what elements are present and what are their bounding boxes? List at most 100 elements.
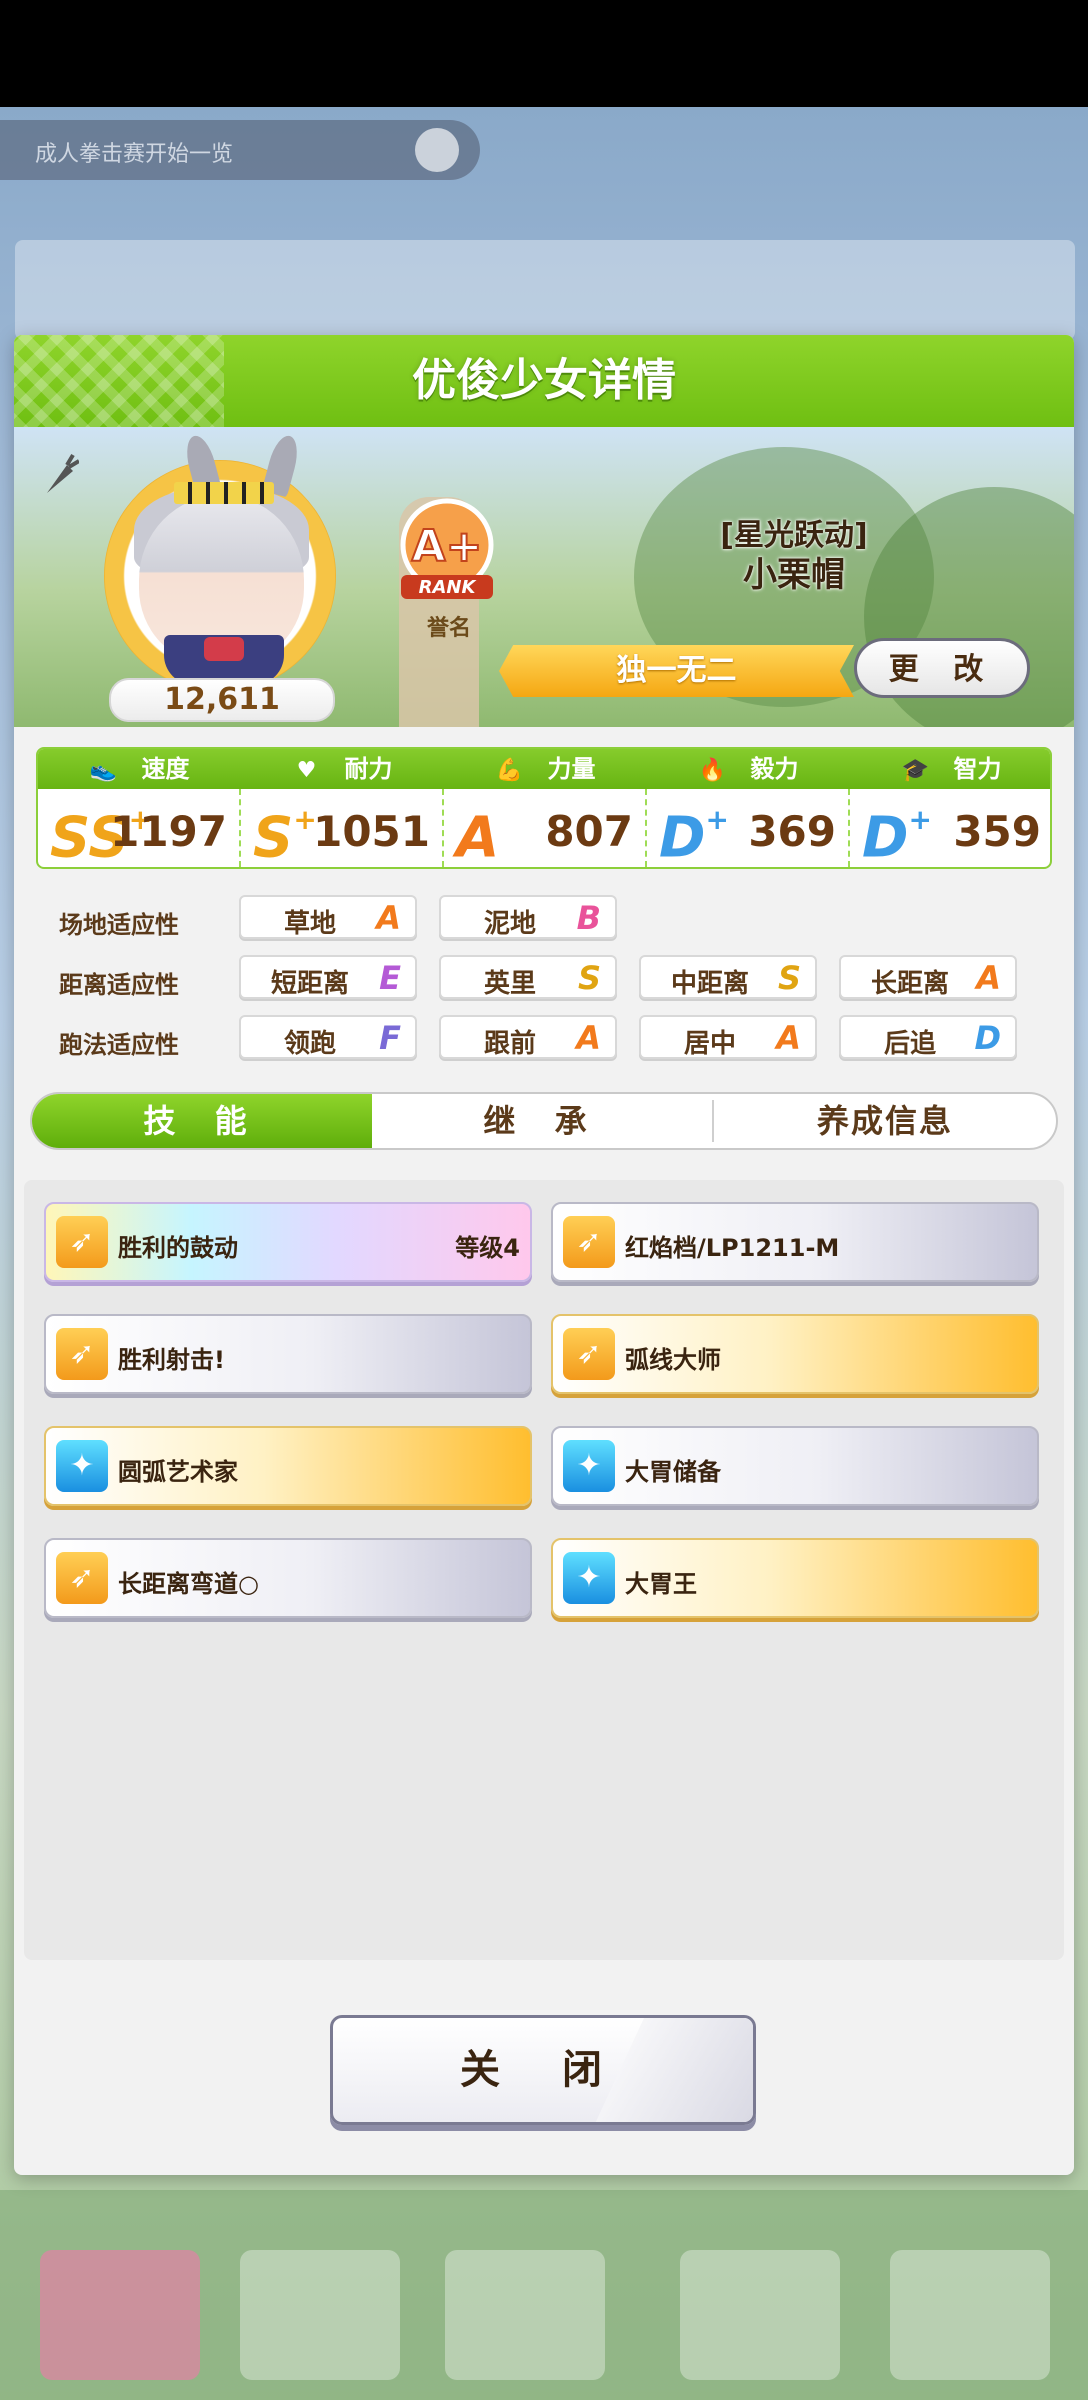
dialog-title: 优俊少女详情 xyxy=(412,355,676,406)
skill-card[interactable]: ➶ 弧线大师 xyxy=(551,1314,1039,1394)
distance-aptitude-chip: 英里 S xyxy=(439,955,617,999)
background-nav-tile xyxy=(40,2250,200,2380)
fan-count: 12,611 xyxy=(109,678,335,722)
speed-skill-icon: ➶ xyxy=(56,1552,108,1604)
stat-label: 耐力 xyxy=(344,755,393,783)
track-aptitude-chip: 草地 A xyxy=(239,895,417,939)
background-nav-tile xyxy=(240,2250,400,2380)
avatar-bow xyxy=(204,637,244,661)
style-aptitude-label: 跑法适应性 xyxy=(59,1031,179,1059)
aptitude-grade: D xyxy=(974,1019,1001,1057)
stat-value: 807 xyxy=(545,807,633,856)
graduation-cap-icon: 🎓 xyxy=(901,758,930,783)
skill-card[interactable]: ➶ 胜利射击! xyxy=(44,1314,532,1394)
background-nav-tile xyxy=(445,2250,605,2380)
skill-name: 胜利射击! xyxy=(118,1346,225,1374)
style-aptitude-chip: 居中 A xyxy=(639,1015,817,1059)
aptitude-name: 中距离 xyxy=(670,969,749,999)
aptitude-name: 领跑 xyxy=(283,1029,336,1059)
track-aptitude-label: 场地适应性 xyxy=(59,911,179,939)
style-aptitude-chip: 领跑 F xyxy=(239,1015,417,1059)
tab-skills[interactable]: 技 能 xyxy=(32,1094,372,1148)
stat-grade-letter: D xyxy=(659,805,706,869)
distance-aptitude-chip: 短距离 E xyxy=(239,955,417,999)
aptitude-grade: S xyxy=(777,959,801,997)
stat-grade: D+ xyxy=(659,799,729,869)
aptitude-name: 长距离 xyxy=(870,969,949,999)
background-search-text: 成人拳击赛开始一览 xyxy=(35,142,234,167)
stat-grade-letter: A xyxy=(456,805,500,869)
aptitude-grade: S xyxy=(577,959,601,997)
stat-grade: A xyxy=(456,799,500,869)
aptitude-grade: B xyxy=(576,899,601,937)
skill-card[interactable]: ➶ 长距离弯道○ xyxy=(44,1538,532,1618)
rank-badge: A+ RANK xyxy=(389,495,509,605)
aptitude-grade: F xyxy=(379,1019,401,1057)
background-nav-tile xyxy=(680,2250,840,2380)
stat-body: S+ 1051 xyxy=(241,789,444,867)
stat-column: 💪 力量 A 807 xyxy=(444,749,647,867)
aptitude-name: 居中 xyxy=(683,1029,736,1059)
aptitude-name: 泥地 xyxy=(483,909,536,939)
change-title-button[interactable]: 更 改 xyxy=(854,638,1030,698)
stat-grade-plus: + xyxy=(908,803,932,836)
rank-label: 誉名 xyxy=(426,616,471,641)
stat-header: 👟 速度 xyxy=(38,749,241,789)
tab-training-info[interactable]: 养成信息 xyxy=(714,1094,1056,1148)
skill-name: 弧线大师 xyxy=(625,1346,721,1374)
stat-label: 智力 xyxy=(953,755,1002,783)
aptitude-grade: A xyxy=(776,1019,801,1057)
recovery-skill-icon: ✦ xyxy=(563,1440,615,1492)
background-search-bar: 成人拳击赛开始一览 xyxy=(0,120,480,180)
shoe-icon: 👟 xyxy=(89,758,118,783)
aptitude-name: 英里 xyxy=(483,969,536,999)
recovery-skill-icon: ✦ xyxy=(563,1552,615,1604)
stat-body: D+ 369 xyxy=(647,789,850,867)
stat-column: 🎓 智力 D+ 359 xyxy=(850,749,1050,867)
skill-card[interactable]: ✦ 圆弧艺术家 xyxy=(44,1426,532,1506)
stat-body: A 807 xyxy=(444,789,647,867)
skill-name: 圆弧艺术家 xyxy=(118,1458,238,1486)
dialog-header: 优俊少女详情 xyxy=(14,335,1074,427)
aptitude-name: 短距离 xyxy=(270,969,349,999)
tab-inheritance[interactable]: 继 承 xyxy=(372,1094,712,1148)
track-aptitude-chip: 泥地 B xyxy=(439,895,617,939)
status-bar xyxy=(0,0,1088,107)
stat-label: 毅力 xyxy=(750,755,799,783)
stat-grade: D+ xyxy=(862,799,932,867)
aptitude-name: 跟前 xyxy=(483,1029,536,1059)
close-button[interactable]: 关 闭 xyxy=(330,2015,756,2125)
skill-name: 大胃储备 xyxy=(625,1458,721,1486)
skill-level: 等级4 xyxy=(455,1234,520,1262)
stat-label: 力量 xyxy=(547,755,596,783)
skill-card[interactable]: ➶ 胜利的鼓动 等级4 xyxy=(44,1202,532,1282)
character-detail-dialog: 优俊少女详情 12,611 A+ RANK 誉名 [星光跃动] 小栗帽 独一无二… xyxy=(14,335,1074,2175)
flame-icon: 🔥 xyxy=(698,758,727,783)
skill-card[interactable]: ✦ 大胃储备 xyxy=(551,1426,1039,1506)
style-aptitude-chip: 后追 D xyxy=(839,1015,1017,1059)
skill-card[interactable]: ➶ 红焰档/LP1211-M xyxy=(551,1202,1039,1282)
rank-grade-text: A+ xyxy=(412,521,483,572)
skill-name: 红焰档/LP1211-M xyxy=(625,1234,840,1262)
stat-value: 369 xyxy=(748,807,836,856)
stat-grade-plus: + xyxy=(705,803,729,836)
style-aptitude-chip: 跟前 A xyxy=(439,1015,617,1059)
close-button-label: 关 闭 xyxy=(460,2047,626,2093)
stat-value: 1197 xyxy=(110,807,227,856)
skill-name: 胜利的鼓动 xyxy=(118,1234,238,1262)
distance-aptitude-chip: 长距离 A xyxy=(839,955,1017,999)
distance-aptitude-chip: 中距离 S xyxy=(639,955,817,999)
stat-grade: S+ xyxy=(253,799,317,867)
skill-name: 长距离弯道○ xyxy=(118,1570,259,1598)
carrot-icon xyxy=(47,453,79,493)
heart-icon: ♥ xyxy=(296,758,317,783)
speed-skill-icon: ➶ xyxy=(563,1328,615,1380)
skill-card[interactable]: ✦ 大胃王 xyxy=(551,1538,1039,1618)
stat-column: 🔥 毅力 D+ 369 xyxy=(647,749,850,867)
stat-header: 🔥 毅力 xyxy=(647,749,850,789)
stat-header: ♥ 耐力 xyxy=(241,749,444,789)
character-name: 小栗帽 xyxy=(743,555,845,595)
aptitude-name: 后追 xyxy=(883,1029,936,1059)
distance-aptitude-label: 距离适应性 xyxy=(59,971,179,999)
detail-tabs: 技 能 继 承 养成信息 xyxy=(30,1092,1058,1150)
